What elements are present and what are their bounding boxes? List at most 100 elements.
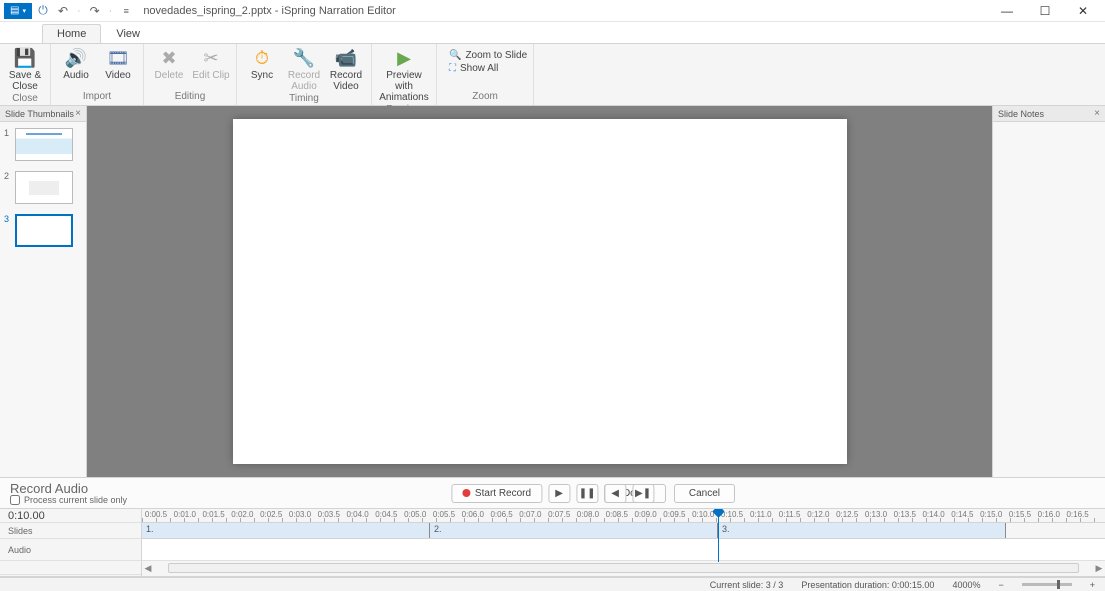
zoom-slide-label: Zoom to Slide xyxy=(465,50,527,61)
slide-thumbnails-panel: Slide Thumbnails × 1 2 3 xyxy=(0,106,87,477)
timeline-ruler[interactable]: 0:00.50:01.00:01.50:02.00:02.50:03.00:03… xyxy=(142,509,1105,523)
slide-thumb-1[interactable]: 1 xyxy=(4,128,82,161)
prev-button[interactable]: ◀ xyxy=(604,484,626,503)
title-bar: ▤▾ ⏻ ↶ · ↷ · ≡ novedades_ispring_2.pptx … xyxy=(0,0,1105,22)
mic-wrench-icon: 🔧 xyxy=(293,48,315,70)
save-close-label: Save & Close xyxy=(6,70,44,92)
thumbs-panel-header: Slide Thumbnails × xyxy=(0,106,86,122)
delete-icon: ✖ xyxy=(161,48,176,70)
file-menu-button[interactable]: ▤▾ xyxy=(4,3,32,19)
record-audio-button: 🔧 Record Audio xyxy=(285,46,323,92)
editing-group-label: Editing xyxy=(175,90,206,103)
record-video-label: Record Video xyxy=(327,70,365,92)
timeline-track-area[interactable]: 0:00.50:01.00:01.50:02.00:02.50:03.00:03… xyxy=(142,509,1105,576)
audio-icon: 🔊 xyxy=(65,48,87,70)
sync-label: Sync xyxy=(251,70,273,81)
zoom-in-button[interactable]: + xyxy=(1090,580,1095,590)
play-button[interactable]: ▶ xyxy=(548,484,570,503)
timeline-audio-row[interactable] xyxy=(142,539,1105,561)
timeline-scrollbar[interactable]: ◀ ▶ xyxy=(142,561,1105,575)
import-video-button[interactable]: 🎞 Video xyxy=(99,46,137,81)
cancel-button[interactable]: Cancel xyxy=(674,484,735,503)
import-audio-button[interactable]: 🔊 Audio xyxy=(57,46,95,81)
preview-animations-button[interactable]: ▶ Preview with Animations xyxy=(378,46,430,103)
next-button[interactable]: ▶❚ xyxy=(632,484,654,503)
workspace: Slide Thumbnails × 1 2 3 Slide Notes × xyxy=(0,106,1105,477)
notes-panel-header: Slide Notes × xyxy=(993,106,1105,122)
duration-status: Presentation duration: 0:00:15.00 xyxy=(801,580,934,590)
video-icon: 🎞 xyxy=(107,48,130,70)
timeline-slides-row[interactable]: 1. 2. 3. xyxy=(142,523,1105,539)
timeline-slides-label: Slides xyxy=(0,523,141,539)
record-title: Record Audio xyxy=(10,481,127,496)
thumb-num: 1 xyxy=(4,128,12,138)
timeline-playhead[interactable] xyxy=(718,509,719,562)
slide-canvas xyxy=(233,119,847,464)
slide-notes-panel: Slide Notes × xyxy=(992,106,1105,477)
maximize-button[interactable]: ☐ xyxy=(1035,4,1055,18)
sync-button[interactable]: ⏱ Sync xyxy=(243,46,281,81)
pause-button[interactable]: ❚❚ xyxy=(576,484,598,503)
process-current-input[interactable] xyxy=(10,495,20,505)
slide-thumb-3[interactable]: 3 xyxy=(4,214,82,247)
undo-button[interactable]: ↶ xyxy=(54,4,72,18)
edit-clip-label: Edit Clip xyxy=(192,70,229,81)
camera-icon: 📹 xyxy=(335,48,357,70)
start-record-button[interactable]: Start Record xyxy=(451,484,542,503)
record-audio-label: Record Audio xyxy=(285,70,323,92)
current-slide-status: Current slide: 3 / 3 xyxy=(710,580,784,590)
edit-clip-button: ✂ Edit Clip xyxy=(192,46,230,81)
stopwatch-icon: ⏱ xyxy=(255,48,269,70)
status-bar: Current slide: 3 / 3 Presentation durati… xyxy=(0,577,1105,591)
window-title: novedades_ispring_2.pptx - iSpring Narra… xyxy=(143,5,997,17)
save-close-button[interactable]: 💾 Save & Close xyxy=(6,46,44,92)
thumb-preview xyxy=(15,171,73,204)
delete-button: ✖ Delete xyxy=(150,46,188,81)
timeline-audio-label: Audio xyxy=(0,539,141,561)
process-current-label: Process current slide only xyxy=(24,495,127,505)
thumb-num: 2 xyxy=(4,171,12,181)
save-icon: 💾 xyxy=(14,48,36,70)
close-group-label: Close xyxy=(12,92,38,105)
ribbon: 💾 Save & Close Close 🔊 Audio 🎞 Video Imp… xyxy=(0,44,1105,106)
timeline-time: 0:10.00 xyxy=(0,509,141,523)
scroll-left-icon[interactable]: ◀ xyxy=(142,563,154,574)
zoom-out-button[interactable]: − xyxy=(998,580,1003,590)
zoom-to-slide-button[interactable]: 🔍 Zoom to Slide xyxy=(449,50,527,61)
timeline-slide-3[interactable]: 3. xyxy=(718,523,1006,538)
minimize-button[interactable]: — xyxy=(997,4,1017,18)
zoom-group-label: Zoom xyxy=(472,90,498,103)
close-button[interactable]: ✕ xyxy=(1073,4,1093,18)
power-icon[interactable]: ⏻ xyxy=(34,3,52,18)
zoom-level: 4000% xyxy=(952,580,980,590)
thumb-preview xyxy=(15,128,73,161)
scissors-icon: ✂ xyxy=(203,48,218,70)
show-all-button[interactable]: ⛶ Show All xyxy=(449,63,498,74)
tab-view[interactable]: View xyxy=(101,24,155,43)
record-panel: Record Audio Process current slide only … xyxy=(0,477,1105,509)
redo-button[interactable]: ↷ xyxy=(86,4,104,18)
magnify-slide-icon: 🔍 xyxy=(449,50,461,61)
timeline-slide-2[interactable]: 2. xyxy=(430,523,718,538)
notes-panel-title: Slide Notes xyxy=(998,109,1044,119)
thumbs-panel-close[interactable]: × xyxy=(75,108,81,119)
record-video-button[interactable]: 📹 Record Video xyxy=(327,46,365,92)
ribbon-tabs: Home View xyxy=(0,22,1105,44)
scroll-right-icon[interactable]: ▶ xyxy=(1093,563,1105,574)
thumb-num: 3 xyxy=(4,214,12,224)
zoom-slider[interactable] xyxy=(1022,583,1072,586)
tab-home[interactable]: Home xyxy=(42,24,101,43)
qat-customize[interactable]: ≡ xyxy=(117,6,135,16)
slide-thumb-2[interactable]: 2 xyxy=(4,171,82,204)
record-dot-icon xyxy=(462,489,470,497)
timeline-slide-1[interactable]: 1. xyxy=(142,523,430,538)
show-all-icon: ⛶ xyxy=(449,63,456,74)
process-current-checkbox[interactable]: Process current slide only xyxy=(10,495,127,505)
timeline: 0:10.00 Slides Audio 0:00.50:01.00:01.50… xyxy=(0,509,1105,577)
notes-panel-close[interactable]: × xyxy=(1094,108,1100,119)
import-group-label: Import xyxy=(83,90,111,103)
thumbs-panel-title: Slide Thumbnails xyxy=(5,109,74,119)
start-record-label: Start Record xyxy=(475,488,531,499)
timing-group-label: Timing xyxy=(289,92,319,105)
video-label: Video xyxy=(105,70,130,81)
